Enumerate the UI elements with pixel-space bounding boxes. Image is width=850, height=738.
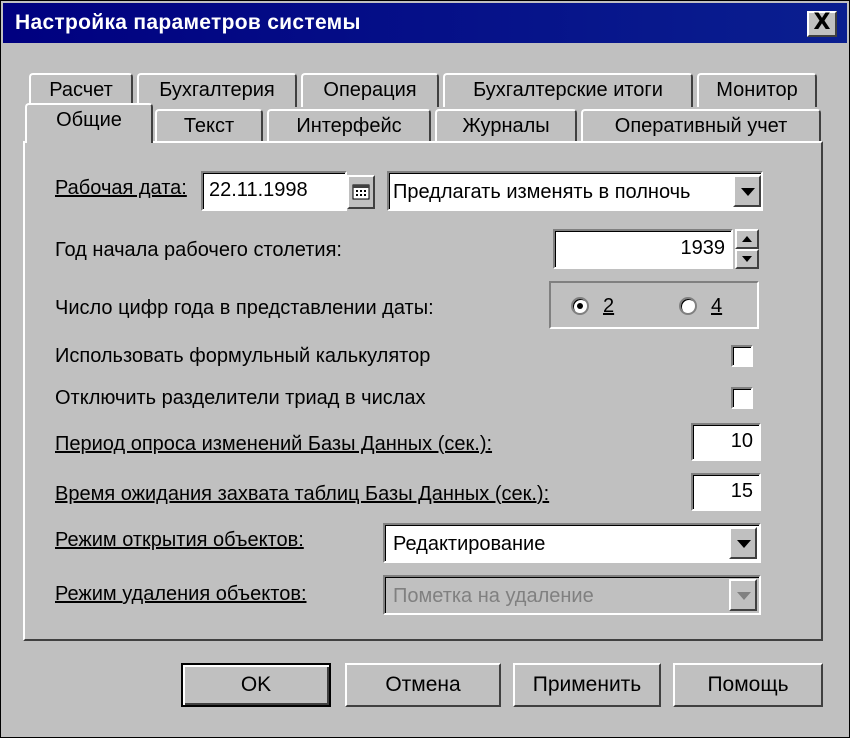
open-mode-label: Режим открытия объектов: [55, 529, 304, 551]
work-date-value: 22.11.1998 [209, 179, 308, 201]
year-digits-group: 2 4 [549, 281, 759, 329]
year-digits-radio-4[interactable] [679, 297, 697, 315]
spin-up-button[interactable] [735, 229, 759, 249]
tab-zhurnaly[interactable]: Журналы [435, 109, 577, 143]
work-date-mode-dropdown[interactable] [733, 175, 761, 207]
delete-mode-dropdown[interactable] [729, 579, 757, 611]
apply-button[interactable]: Применить [513, 663, 661, 707]
tab-operacia[interactable]: Операция [301, 73, 439, 107]
poll-period-input[interactable]: 10 [691, 423, 761, 461]
open-mode-value: Редактирование [393, 533, 546, 555]
tab-monitor[interactable]: Монитор [697, 73, 817, 107]
spin-down-button[interactable] [735, 249, 759, 269]
year-digits-label: Число цифр года в представлении даты: [55, 297, 434, 319]
close-button[interactable]: X [807, 11, 837, 37]
work-date-input[interactable]: 22.11.1998 [201, 171, 347, 211]
arrow-down-icon [742, 256, 752, 262]
chevron-down-icon [737, 540, 751, 548]
tab-obshie[interactable]: Общие [25, 103, 153, 143]
lock-timeout-value: 15 [730, 480, 753, 502]
calendar-icon [352, 184, 370, 200]
year-digits-option-2-label: 2 [603, 295, 615, 317]
year-digits-option-4-label: 4 [711, 295, 723, 317]
tab-buhgalterskie-itogi[interactable]: Бухгалтерские итоги [443, 73, 693, 107]
tab-interfeis[interactable]: Интерфейс [267, 109, 431, 143]
cancel-button[interactable]: Отмена [345, 663, 501, 707]
tab-raschet[interactable]: Расчет [29, 73, 133, 107]
tab-buhgalteria[interactable]: Бухгалтерия [137, 73, 297, 107]
work-date-mode-select[interactable]: Предлагать изменять в полночь [387, 171, 763, 211]
arrow-up-icon [742, 236, 752, 242]
settings-dialog: Настройка параметров системы X Расчет Бу… [0, 0, 850, 738]
lock-timeout-label: Время ожидания захвата таблиц Базы Данны… [55, 483, 550, 505]
work-date-label: Рабочая дата: [55, 177, 187, 199]
year-digits-radio-2[interactable] [571, 297, 589, 315]
triad-sep-checkbox[interactable] [731, 387, 753, 409]
century-year-input[interactable]: 1939 [553, 229, 733, 269]
tab-panel-general: Рабочая дата: 22.11.1998 Предлагать изме… [23, 141, 823, 641]
formula-calc-label: Использовать формульный калькулятор [55, 345, 431, 367]
delete-mode-select[interactable]: Пометка на удаление [383, 575, 761, 615]
tab-tekst[interactable]: Текст [155, 109, 263, 143]
delete-mode-label: Режим удаления объектов: [55, 583, 307, 605]
title-bar: Настройка параметров системы X [3, 3, 847, 43]
century-year-value: 1939 [680, 237, 726, 259]
open-mode-dropdown[interactable] [729, 527, 757, 559]
help-button[interactable]: Помощь [673, 663, 823, 707]
chevron-down-icon [741, 188, 755, 196]
triad-sep-label: Отключить разделители триад в числах [55, 387, 426, 409]
delete-mode-value: Пометка на удаление [393, 585, 594, 607]
calendar-button[interactable] [347, 175, 375, 209]
formula-calc-checkbox[interactable] [731, 345, 753, 367]
lock-timeout-input[interactable]: 15 [691, 473, 761, 511]
chevron-down-icon [737, 592, 751, 600]
work-date-mode-value: Предлагать изменять в полночь [393, 181, 691, 203]
ok-button[interactable]: OK [181, 663, 331, 707]
century-year-label: Год начала рабочего столетия: [55, 239, 342, 261]
poll-period-label: Период опроса изменений Базы Данных (сек… [55, 433, 493, 455]
radio-selected-dot [577, 303, 583, 309]
poll-period-value: 10 [730, 430, 753, 452]
window-title: Настройка параметров системы [15, 11, 361, 34]
open-mode-select[interactable]: Редактирование [383, 523, 761, 563]
tab-operativny-uchet[interactable]: Оперативный учет [581, 109, 821, 143]
